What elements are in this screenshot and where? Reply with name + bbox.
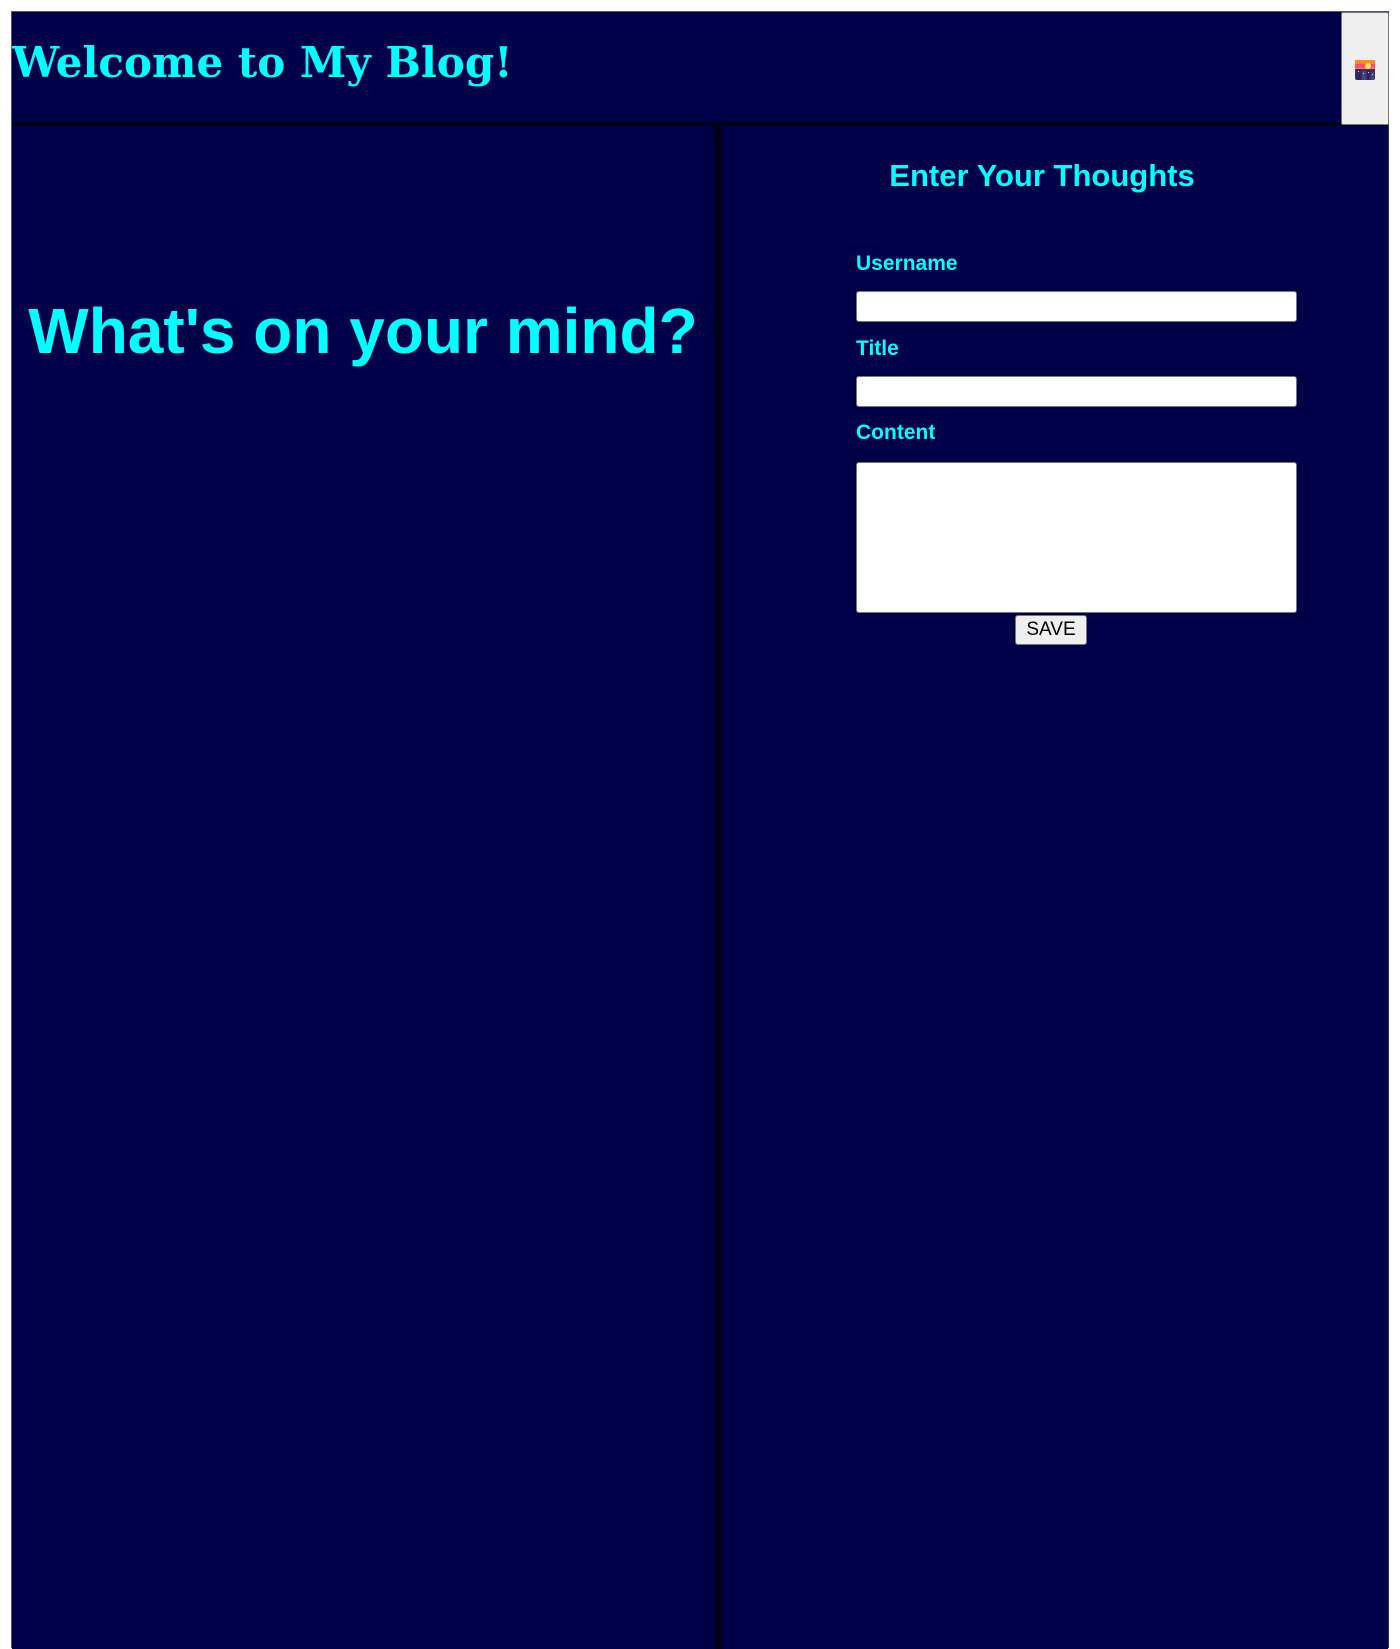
left-panel: What's on your mind? bbox=[12, 126, 722, 1649]
night-cityscape-icon bbox=[1355, 60, 1375, 80]
username-label: Username bbox=[856, 252, 958, 275]
prompt-heading: What's on your mind? bbox=[28, 295, 698, 367]
theme-toggle-button[interactable] bbox=[1341, 12, 1389, 125]
username-input[interactable] bbox=[856, 291, 1297, 322]
title-label: Title bbox=[856, 337, 899, 360]
site-header: Welcome to My Blog! bbox=[12, 12, 1389, 126]
content-textarea[interactable] bbox=[856, 462, 1297, 613]
blog-title: Welcome to My Blog! bbox=[12, 38, 513, 87]
post-form-panel: Enter Your Thoughts Username Title Conte… bbox=[722, 126, 1388, 1649]
title-input[interactable] bbox=[856, 376, 1297, 407]
form-heading: Enter Your Thoughts bbox=[889, 158, 1195, 193]
blog-page: Welcome to My Blog! What's on your mind?… bbox=[11, 11, 1389, 1649]
save-button[interactable]: SAVE bbox=[1015, 615, 1087, 645]
content-label: Content bbox=[856, 421, 936, 444]
